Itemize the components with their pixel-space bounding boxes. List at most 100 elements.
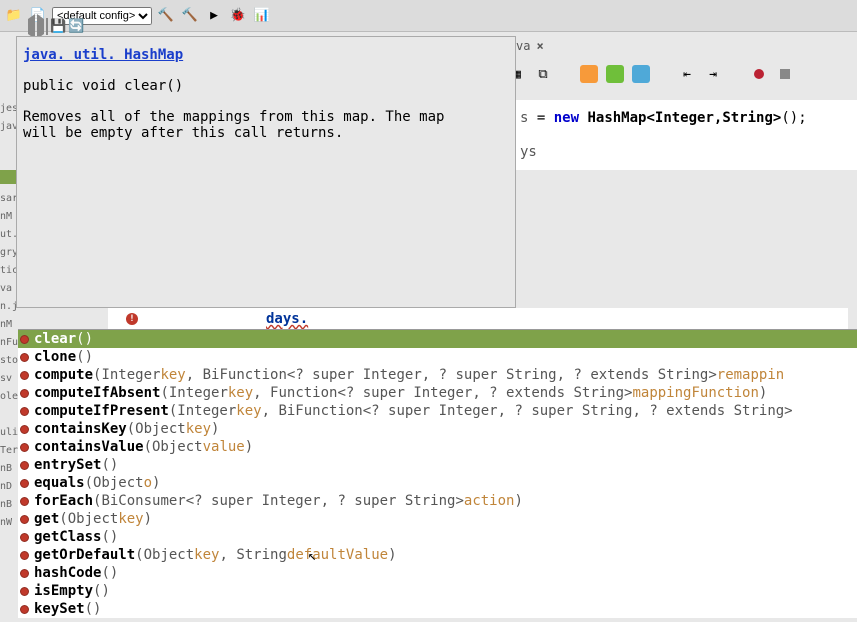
sidebar-fragment[interactable]: nW	[0, 514, 18, 532]
completion-item[interactable]: hashCode()	[18, 564, 857, 582]
method-icon	[20, 335, 29, 344]
save-icon[interactable]: 💾	[50, 19, 66, 34]
param-name: key	[160, 366, 185, 384]
indent-left-icon[interactable]: ⇤	[678, 65, 696, 83]
hammer-icon[interactable]: 🔨	[156, 6, 176, 26]
method-params: )	[759, 384, 767, 402]
run-icon[interactable]: ▶	[204, 6, 224, 26]
method-name: computeIfAbsent	[34, 384, 160, 402]
error-gutter-icon[interactable]: !	[108, 308, 156, 330]
method-params: (BiConsumer<? super Integer, ? super Str…	[93, 492, 464, 510]
completion-item[interactable]: containsKey(Object key)	[18, 420, 857, 438]
method-name: compute	[34, 366, 93, 384]
nav-down-icon[interactable]	[606, 65, 624, 83]
param-name: key	[118, 510, 143, 528]
keyword-new: new	[554, 110, 579, 126]
method-params: )	[152, 474, 160, 492]
method-params: ()	[85, 600, 102, 618]
sidebar-fragment[interactable]: ulin	[0, 424, 18, 442]
method-name: getClass	[34, 528, 101, 546]
sidebar-fragment[interactable]: ole	[0, 388, 18, 406]
debug-icon[interactable]: 🐞	[228, 6, 248, 26]
tab-close-icon[interactable]: ×	[536, 39, 543, 53]
method-params: (Integer	[160, 384, 227, 402]
param-name: mappingFunction	[632, 384, 758, 402]
completion-item[interactable]: get(Object key)	[18, 510, 857, 528]
method-name: keySet	[34, 600, 85, 618]
editor-current-line[interactable]: ! days.	[108, 308, 848, 330]
tool-icon-2[interactable]: ⧉	[534, 65, 552, 83]
sidebar-fragment[interactable]: nFu	[0, 334, 18, 352]
method-name: forEach	[34, 492, 93, 510]
method-params: (Object	[85, 474, 144, 492]
sidebar-fragment[interactable]: nM	[0, 316, 18, 334]
sidebar-fragment[interactable]: sv	[0, 370, 18, 388]
method-name: containsValue	[34, 438, 144, 456]
method-name: clone	[34, 348, 76, 366]
completion-item[interactable]: keySet()	[18, 600, 857, 618]
completion-item[interactable]: getClass()	[18, 528, 857, 546]
completion-item[interactable]: compute(Integer key, BiFunction<? super …	[18, 366, 857, 384]
sidebar-fragment[interactable]: Ter	[0, 442, 18, 460]
method-params: ()	[101, 528, 118, 546]
nav-sibling-icon[interactable]	[632, 65, 650, 83]
profile-icon[interactable]: 📊	[252, 6, 272, 26]
nav-stop-icon[interactable]	[46, 19, 48, 34]
main-toolbar: 📁 📄 <default config> 🔨 🔨 ▶ 🐞 📊	[0, 0, 857, 32]
completion-item[interactable]: clone()	[18, 348, 857, 366]
refresh-icon[interactable]: 🔄	[68, 19, 84, 34]
method-name: get	[34, 510, 59, 528]
method-params: (Object	[144, 438, 203, 456]
method-params: (Object	[135, 546, 194, 564]
sidebar-fragment[interactable]: nB	[0, 460, 18, 478]
method-icon	[20, 371, 29, 380]
method-params: (Object	[127, 420, 186, 438]
sidebar-fragment[interactable]: nB	[0, 496, 18, 514]
completion-item[interactable]: forEach(BiConsumer<? super Integer, ? su…	[18, 492, 857, 510]
completion-item[interactable]: computeIfAbsent(Integer key, Function<? …	[18, 384, 857, 402]
method-icon	[20, 587, 29, 596]
completion-item[interactable]: equals(Object o)	[18, 474, 857, 492]
method-name: clear	[34, 330, 76, 348]
param-name: key	[194, 546, 219, 564]
completion-item[interactable]: clear()	[18, 330, 857, 348]
hammer-clean-icon[interactable]: 🔨	[180, 6, 200, 26]
completion-popup[interactable]: clear()clone()compute(Integer key, BiFun…	[18, 329, 857, 618]
nav-toolbar: 💾 🔄	[0, 16, 112, 36]
method-icon	[20, 551, 29, 560]
param-name: defaultValue	[287, 546, 388, 564]
method-name: entrySet	[34, 456, 101, 474]
completion-item[interactable]: isEmpty()	[18, 582, 857, 600]
indent-right-icon[interactable]: ⇥	[704, 65, 722, 83]
editor-toolbar: ▦ ⧉ ⇤ ⇥	[500, 62, 857, 86]
completion-item[interactable]: computeIfPresent(Integer key, BiFunction…	[18, 402, 857, 420]
tab-label[interactable]: va	[516, 39, 530, 53]
method-params: (Integer	[169, 402, 236, 420]
method-icon	[20, 443, 29, 452]
method-icon	[20, 353, 29, 362]
method-params: (Integer	[93, 366, 160, 384]
editor-tabbar: va ×	[508, 36, 857, 56]
stop-icon[interactable]	[776, 65, 794, 83]
code-frag: ys	[520, 144, 537, 160]
code-frag: ();	[781, 110, 806, 126]
method-params: , BiFunction<? super Integer, ? super St…	[186, 366, 717, 384]
javadoc-description: Removes all of the mappings from this ma…	[23, 109, 483, 143]
nav-back-icon[interactable]	[28, 19, 35, 34]
sidebar-fragment[interactable]: sto	[0, 352, 18, 370]
method-icon	[20, 479, 29, 488]
method-icon	[20, 533, 29, 542]
javadoc-class-link[interactable]: java. util. HashMap	[23, 47, 509, 64]
nav-forward-icon[interactable]	[37, 19, 44, 34]
completion-item[interactable]: containsValue(Object value)	[18, 438, 857, 456]
param-name: remappin	[717, 366, 784, 384]
method-params: , Function<? super Integer, ? extends St…	[253, 384, 632, 402]
method-icon	[20, 515, 29, 524]
completion-item[interactable]: entrySet()	[18, 456, 857, 474]
param-name: value	[203, 438, 245, 456]
sidebar-fragment[interactable]	[0, 406, 18, 424]
record-icon[interactable]	[750, 65, 768, 83]
completion-item[interactable]: getOrDefault(Object key, String defaultV…	[18, 546, 857, 564]
nav-up-icon[interactable]	[580, 65, 598, 83]
sidebar-fragment[interactable]: nD	[0, 478, 18, 496]
